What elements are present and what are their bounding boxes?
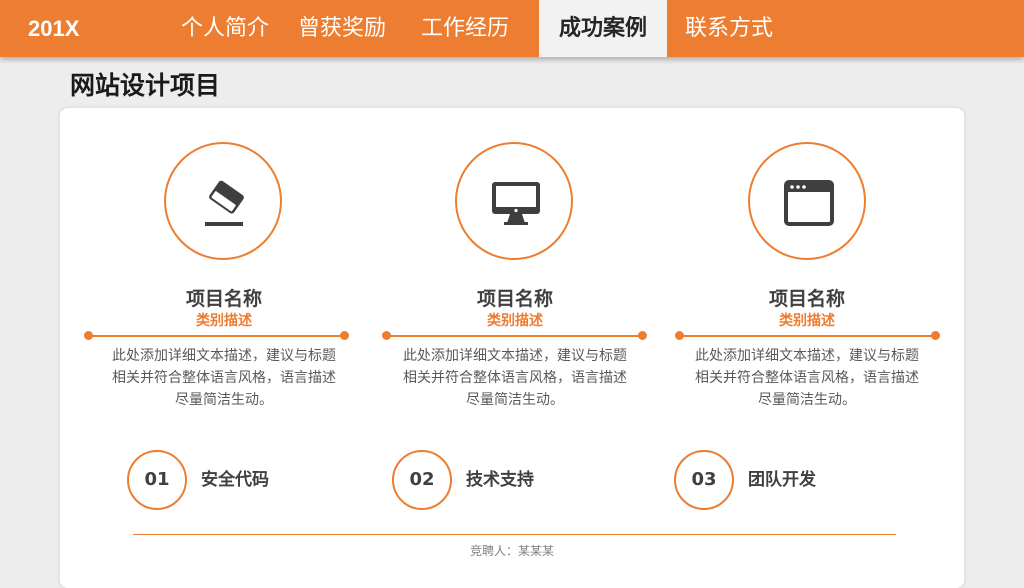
project-title: 项目名称 <box>768 288 845 310</box>
footer-divider <box>133 534 896 535</box>
feature-label: 安全代码 <box>201 470 269 490</box>
nav-item-awards[interactable]: 曾获奖励 <box>287 0 397 57</box>
brand-label: 201X <box>28 16 80 41</box>
divider-dot <box>931 331 940 340</box>
top-nav-bar: 201X 个人简介 曾获奖励 工作经历 成功案例 联系方式 <box>0 0 1024 57</box>
eraser-icon <box>205 180 244 226</box>
project-category: 类别描述 <box>487 313 543 329</box>
project-icon-circle <box>455 142 573 260</box>
project-description: 此处添加详细文本描述，建议与标题 相关并符合整体语言风格，语言描述 尽量简洁生动… <box>403 348 627 408</box>
feature-label: 技术支持 <box>466 470 534 490</box>
browser-window-icon <box>784 180 834 226</box>
divider-line <box>89 335 345 337</box>
nav-item-profile[interactable]: 个人简介 <box>170 0 280 57</box>
project-icon-circle <box>748 142 866 260</box>
nav-item-work-history[interactable]: 工作经历 <box>410 0 520 57</box>
project-description: 此处添加详细文本描述，建议与标题 相关并符合整体语言风格，语言描述 尽量简洁生动… <box>112 348 336 408</box>
feature-label: 团队开发 <box>748 470 816 490</box>
divider-line <box>386 335 642 337</box>
feature-number: 03 <box>674 450 734 510</box>
feature-number: 02 <box>392 450 452 510</box>
project-icon-circle <box>164 142 282 260</box>
project-category: 类别描述 <box>196 313 252 329</box>
divider-dot <box>638 331 647 340</box>
nav-item-success-cases[interactable]: 成功案例 <box>539 0 667 57</box>
project-category: 类别描述 <box>779 313 835 329</box>
divider-line <box>679 335 935 337</box>
monitor-icon <box>492 182 540 225</box>
project-title: 项目名称 <box>185 288 262 310</box>
content-panel: 项目名称 类别描述 此处添加详细文本描述，建议与标题 相关并符合整体语言风格，语… <box>60 108 964 588</box>
divider-dot <box>340 331 349 340</box>
project-title: 项目名称 <box>476 288 553 310</box>
footer-presenter: 竞聘人：某某某 <box>469 544 554 558</box>
nav-item-contact[interactable]: 联系方式 <box>674 0 784 57</box>
project-description: 此处添加详细文本描述，建议与标题 相关并符合整体语言风格，语言描述 尽量简洁生动… <box>695 348 919 408</box>
section-title: 网站设计项目 <box>70 71 221 100</box>
feature-number: 01 <box>127 450 187 510</box>
